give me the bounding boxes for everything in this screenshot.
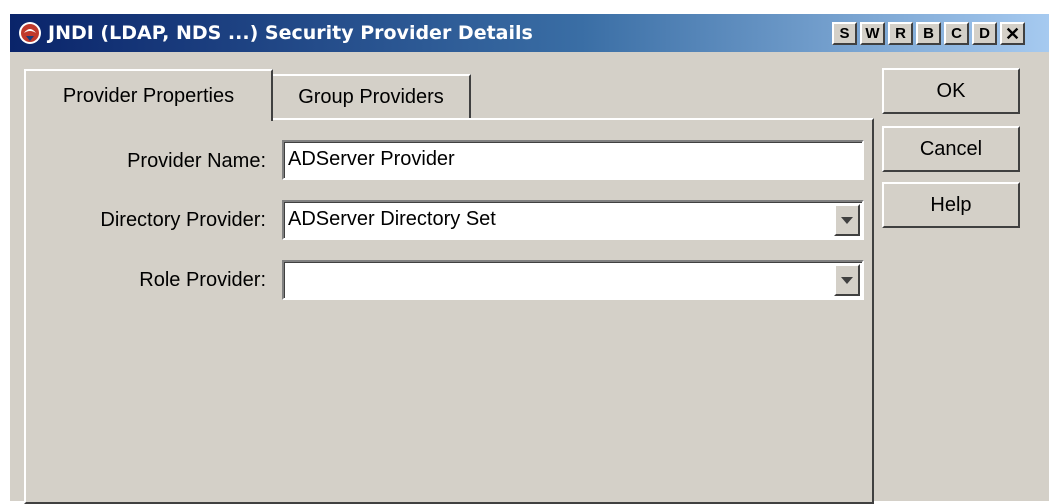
ok-button[interactable]: OK (882, 68, 1020, 114)
help-button[interactable]: Help (882, 182, 1020, 228)
directory-provider-select[interactable]: ADServer Directory Set (282, 200, 864, 240)
title-button-b[interactable]: B (916, 22, 941, 45)
tab-label: Provider Properties (62, 84, 235, 107)
dialog-window: JNDI (LDAP, NDS ...) Security Provider D… (10, 14, 1049, 504)
role-provider-select[interactable] (282, 260, 864, 300)
role-provider-dropdown-button[interactable] (834, 264, 860, 296)
cancel-button-label: Cancel (919, 137, 983, 160)
window-title: JNDI (LDAP, NDS ...) Security Provider D… (48, 22, 533, 44)
title-button-c[interactable]: C (944, 22, 969, 45)
ok-button-label: OK (936, 79, 966, 102)
close-button[interactable]: ✕ (1000, 22, 1025, 45)
provider-name-value: ADServer Provider (288, 148, 455, 170)
chevron-down-icon (841, 276, 853, 284)
tab-panel: Provider Name: ADServer Provider Directo… (24, 118, 874, 504)
chevron-down-icon (841, 216, 853, 224)
title-button-group: S W R B C D ✕ (832, 22, 1025, 45)
title-button-w[interactable]: W (860, 22, 885, 45)
provider-name-label: Provider Name: (127, 150, 266, 172)
app-logo-icon (19, 22, 41, 44)
directory-provider-dropdown-button[interactable] (834, 204, 860, 236)
title-bar[interactable]: JNDI (LDAP, NDS ...) Security Provider D… (10, 14, 1049, 52)
title-button-d[interactable]: D (972, 22, 997, 45)
tab-provider-properties[interactable]: Provider Properties (24, 69, 273, 121)
provider-name-input[interactable]: ADServer Provider (282, 140, 864, 180)
tab-group-providers[interactable]: Group Providers (273, 74, 471, 118)
directory-provider-label: Directory Provider: (100, 209, 266, 231)
help-button-label: Help (930, 193, 972, 216)
close-icon: ✕ (1004, 23, 1021, 44)
directory-provider-value: ADServer Directory Set (288, 208, 496, 230)
cancel-button[interactable]: Cancel (882, 126, 1020, 172)
title-button-s[interactable]: S (832, 22, 857, 45)
title-button-r[interactable]: R (888, 22, 913, 45)
tab-label: Group Providers (298, 85, 444, 108)
role-provider-label: Role Provider: (139, 269, 266, 291)
